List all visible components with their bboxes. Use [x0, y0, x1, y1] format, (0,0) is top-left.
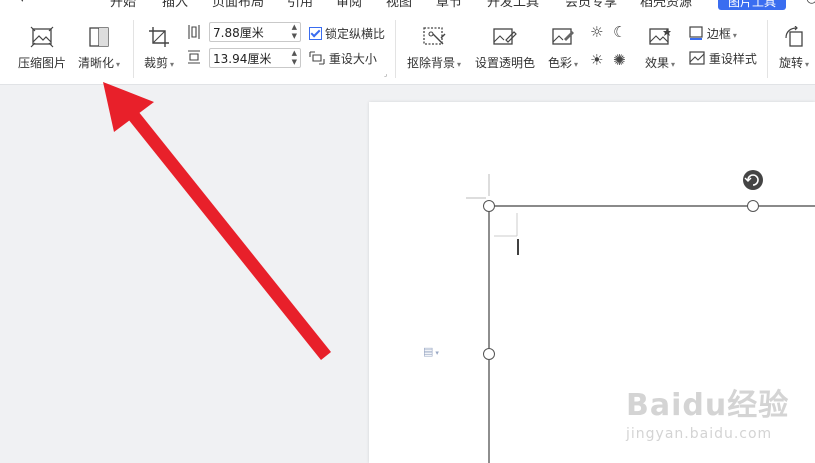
rotate-handle-icon[interactable]	[743, 170, 763, 190]
watermark-brand: Baidu经验	[626, 388, 790, 423]
red-arrow-annotation	[103, 82, 331, 360]
watermark-url: jingyan.baidu.com	[626, 426, 773, 442]
resize-handle-middle-left	[483, 348, 495, 360]
resize-handle-top-left	[483, 200, 495, 212]
baidu-watermark: Baidu经验 jingyan.baidu.com	[626, 388, 790, 443]
resize-handle-top-middle	[747, 200, 759, 212]
